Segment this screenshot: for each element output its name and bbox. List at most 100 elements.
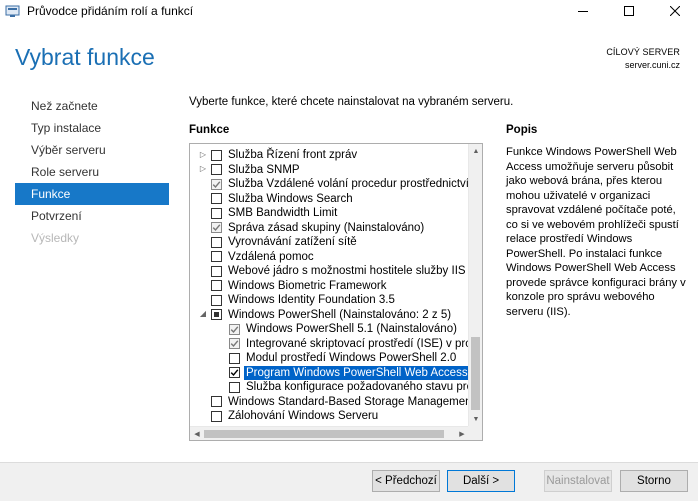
feature-label: Windows Biometric Framework [228, 279, 387, 292]
target-server-box: CÍLOVÝ SERVER server.cuni.cz [606, 46, 680, 72]
feature-label: Modul prostředí Windows PowerShell 2.0 [246, 352, 457, 364]
horizontal-scroll-thumb[interactable] [204, 430, 444, 438]
feature-label: Služba SNMP [228, 163, 300, 176]
checkmark-icon [230, 340, 239, 348]
nav-item-2[interactable]: Výběr serveru [15, 139, 169, 161]
feature-checkbox [229, 323, 240, 335]
expanded-arrow-icon[interactable]: ◢ [198, 309, 208, 320]
target-server-name: server.cuni.cz [624, 60, 680, 70]
feature-checkbox [229, 338, 240, 349]
feature-checkbox[interactable] [211, 149, 222, 161]
vertical-scroll-thumb[interactable] [471, 337, 480, 410]
title-bar: Průvodce přidáním rolí a funkcí [0, 0, 698, 22]
feature-row[interactable]: Vzdálená pomoc [190, 250, 470, 265]
features-tree[interactable]: ▷ Služba Řízení front zpráv ▷ Služba SNMP Sl… [189, 143, 483, 441]
scroll-right-icon[interactable]: ▶ [455, 427, 469, 440]
feature-row[interactable]: Vyrovnávání zatížení sítě [190, 235, 470, 250]
feature-label: Správa zásad skupiny (Nainstalováno) [228, 221, 425, 234]
wizard-steps-nav: Než začnete Typ instalace Výběr serveru Rol… [15, 95, 169, 249]
install-button[interactable]: Nainstalovat [544, 470, 612, 492]
feature-label: Služba konfigurace požadovaného stavu pr… [246, 381, 483, 393]
scrollbar-corner [468, 426, 482, 440]
checkmark-icon [212, 224, 221, 232]
instruction-text: Vyberte funkce, které chcete nainstalova… [189, 96, 514, 108]
feature-row[interactable]: Správa zásad skupiny (Nainstalováno) [190, 221, 470, 236]
feature-label: Vzdálená pomoc [228, 250, 314, 263]
feature-checkbox[interactable] [211, 207, 222, 219]
feature-row[interactable]: Zálohování Windows Serveru [190, 409, 470, 424]
minimize-icon [578, 11, 588, 12]
close-button[interactable] [652, 0, 698, 22]
nav-item-3[interactable]: Role serveru [15, 161, 169, 183]
next-button[interactable]: Další > [447, 470, 515, 492]
minimize-button[interactable] [560, 0, 606, 22]
scroll-up-icon[interactable]: ▲ [469, 144, 482, 158]
feature-checkbox[interactable] [211, 265, 222, 277]
server-manager-icon [5, 5, 20, 17]
feature-label: Windows PowerShell 5.1 (Nainstalováno) [246, 323, 457, 335]
features-header: Funkce [189, 124, 230, 136]
feature-row[interactable]: Modul prostředí Windows PowerShell 2.0 [190, 351, 470, 366]
feature-row[interactable]: Integrované skriptovací prostředí (ISE) … [190, 337, 482, 352]
feature-label: Vyrovnávání zatížení sítě [228, 236, 357, 248]
feature-checkbox[interactable] [229, 352, 240, 364]
feature-row[interactable]: ◢ Windows PowerShell (Nainstalováno: 2 z … [190, 308, 470, 323]
features-tree-list: ▷ Služba Řízení front zpráv ▷ Služba SNMP Sl… [190, 148, 482, 424]
partial-check-icon [214, 312, 219, 317]
feature-label: Integrované skriptovací prostředí (ISE) … [246, 337, 483, 350]
feature-label: Služba Řízení front zpráv [228, 149, 358, 161]
feature-row[interactable]: ▷ Služba SNMP [190, 163, 470, 178]
scroll-down-icon[interactable]: ▼ [469, 412, 482, 426]
feature-checkbox [211, 178, 222, 190]
close-icon [670, 6, 680, 16]
page-title: Vybrat funkce [15, 44, 155, 70]
horizontal-scrollbar[interactable]: ◀ ▶ [190, 426, 469, 440]
feature-label: Windows PowerShell (Nainstalováno: 2 z 5… [228, 308, 452, 321]
feature-label: Zálohování Windows Serveru [228, 410, 379, 422]
feature-checkbox[interactable] [211, 396, 222, 407]
feature-row[interactable]: Program Windows PowerShell Web Access [190, 364, 471, 381]
window-title: Průvodce přidáním rolí a funkcí [27, 4, 194, 18]
feature-checkbox[interactable] [211, 164, 222, 175]
feature-label: Windows Identity Foundation 3.5 [228, 294, 395, 306]
feature-checkbox[interactable] [229, 381, 240, 393]
feature-checkbox[interactable] [211, 309, 222, 320]
feature-checkbox[interactable] [211, 193, 222, 204]
feature-row[interactable]: Windows PowerShell 5.1 (Nainstalováno) [190, 322, 470, 337]
feature-checkbox [211, 222, 222, 233]
nav-item-4[interactable]: Funkce [15, 183, 169, 205]
description-header: Popis [506, 124, 538, 136]
vertical-scrollbar[interactable]: ▲ ▼ [468, 144, 482, 426]
feature-row[interactable]: Windows Standard-Based Storage Managemen… [190, 395, 475, 410]
nav-item-0[interactable]: Než začnete [15, 95, 169, 117]
feature-checkbox[interactable] [229, 367, 240, 378]
cancel-button[interactable]: Storno [620, 470, 688, 492]
collapsed-arrow-icon[interactable]: ▷ [198, 164, 208, 175]
feature-checkbox[interactable] [211, 294, 222, 306]
feature-row[interactable]: Služba konfigurace požadovaného stavu pr… [190, 380, 482, 395]
feature-label: Služba Windows Search [228, 192, 353, 205]
nav-item-5[interactable]: Potvrzení [15, 205, 169, 227]
feature-row[interactable]: Windows Identity Foundation 3.5 [190, 293, 470, 308]
collapsed-arrow-icon[interactable]: ▷ [198, 150, 208, 160]
feature-row[interactable]: Windows Biometric Framework [190, 279, 470, 294]
feature-checkbox[interactable] [211, 236, 222, 248]
target-server-caption: CÍLOVÝ SERVER [606, 47, 680, 57]
feature-row[interactable]: SMB Bandwidth Limit [190, 206, 470, 221]
feature-row[interactable]: Služba Windows Search [190, 192, 470, 207]
feature-row[interactable]: ▷ Služba Řízení front zpráv [190, 148, 470, 163]
maximize-button[interactable] [606, 0, 652, 22]
feature-row[interactable]: Služba Vzdálené volání procedur prostřed… [190, 177, 482, 192]
feature-checkbox[interactable] [211, 410, 222, 422]
maximize-icon [624, 6, 634, 16]
feature-label: Program Windows PowerShell Web Access [243, 364, 471, 381]
scroll-left-icon[interactable]: ◀ [190, 427, 204, 440]
nav-item-1[interactable]: Typ instalace [15, 117, 169, 139]
checkmark-icon [212, 180, 221, 188]
feature-row[interactable]: Webové jádro s možnostmi hostitele služb… [190, 264, 470, 279]
feature-checkbox[interactable] [211, 251, 222, 262]
previous-button[interactable]: < Předchozí [372, 470, 440, 492]
feature-checkbox[interactable] [211, 280, 222, 291]
feature-description: Funkce Windows PowerShell Web Access umo… [506, 146, 686, 318]
feature-label: Služba Vzdálené volání procedur prostřed… [228, 178, 483, 190]
